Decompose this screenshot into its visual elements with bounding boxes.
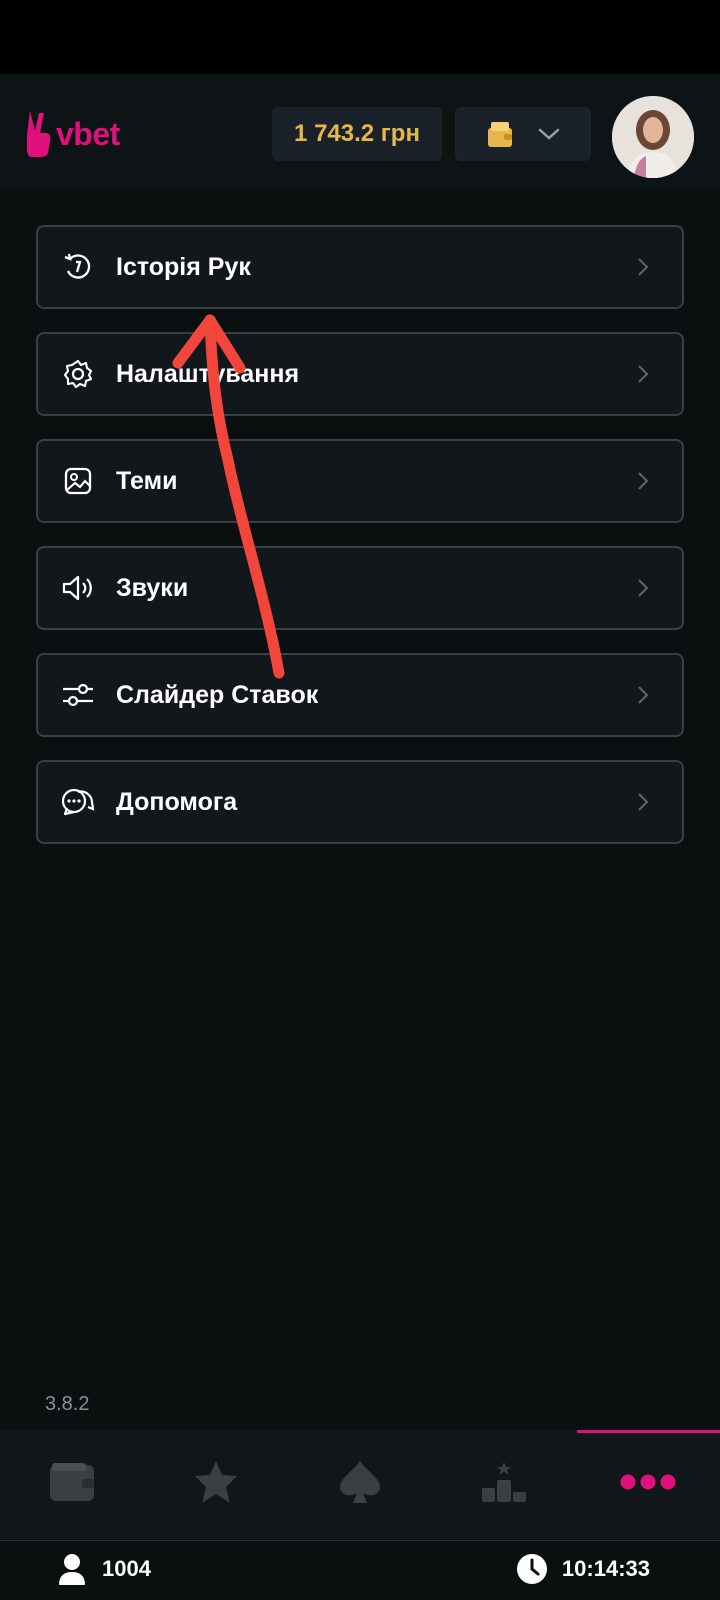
gear-icon: [60, 356, 96, 392]
active-tab-indicator: [577, 1430, 720, 1433]
chevron-right-icon: [638, 472, 649, 490]
chat-icon: [60, 784, 96, 820]
victory-hand-icon: [27, 111, 51, 157]
menu-item-label: Слайдер Ставок: [116, 680, 319, 709]
chevron-right-icon: [638, 579, 649, 597]
avatar-image: [612, 96, 694, 178]
logo-text: vbet: [56, 115, 120, 152]
app-header: vbet 1 743.2 грн: [0, 74, 720, 188]
menu-item-help[interactable]: Допомога: [36, 760, 684, 844]
user-avatar[interactable]: [612, 96, 694, 178]
clock-icon: [516, 1554, 547, 1584]
sliders-icon: [60, 677, 96, 713]
menu-item-label: Звуки: [116, 573, 189, 602]
menu-item-hand-history[interactable]: Історія Рук: [36, 225, 684, 309]
app-version: 3.8.2: [45, 1393, 90, 1415]
tab-more[interactable]: [618, 1452, 678, 1512]
footer-bar: 1004 10:14:33: [0, 1540, 720, 1600]
bottom-tab-bar: [0, 1430, 720, 1540]
chevron-right-icon: [638, 258, 649, 276]
menu-item-themes[interactable]: Теми: [36, 439, 684, 523]
settings-menu: Історія Рук Налаштування Теми Звуки Слай…: [36, 225, 684, 867]
clock-time: 10:14:33: [561, 1556, 650, 1581]
chevron-right-icon: [638, 365, 649, 383]
speaker-icon: [60, 570, 96, 606]
spade-icon: [340, 1461, 380, 1503]
menu-item-label: Налаштування: [116, 359, 300, 388]
user-icon: [59, 1554, 85, 1585]
menu-item-settings[interactable]: Налаштування: [36, 332, 684, 416]
balance-display[interactable]: 1 743.2 грн: [272, 107, 442, 161]
tab-wallet[interactable]: [42, 1452, 102, 1512]
menu-item-label: Історія Рук: [116, 252, 251, 281]
tab-favorites[interactable]: [186, 1452, 246, 1512]
history-icon: [60, 249, 96, 285]
more-icon: [620, 1474, 676, 1490]
clock: 10:14:33: [516, 1553, 650, 1585]
tab-leaderboard[interactable]: [474, 1452, 534, 1512]
star-icon: [195, 1461, 237, 1503]
menu-item-label: Теми: [116, 466, 178, 495]
tab-poker[interactable]: [330, 1452, 390, 1512]
menu-item-label: Допомога: [116, 787, 238, 816]
wallet-icon: [488, 122, 512, 147]
status-bar: [0, 0, 720, 74]
image-icon: [60, 463, 96, 499]
chevron-down-icon: [538, 128, 560, 140]
chevron-right-icon: [638, 793, 649, 811]
leaderboard-icon: [482, 1462, 526, 1502]
menu-item-sounds[interactable]: Звуки: [36, 546, 684, 630]
vbet-logo[interactable]: vbet: [24, 108, 120, 160]
wallet-dropdown-button[interactable]: [455, 107, 591, 161]
menu-item-bet-slider[interactable]: Слайдер Ставок: [36, 653, 684, 737]
players-count: 1004: [102, 1556, 151, 1581]
wallet-icon: [50, 1463, 94, 1501]
online-players: 1004: [58, 1553, 151, 1585]
chevron-right-icon: [638, 686, 649, 704]
